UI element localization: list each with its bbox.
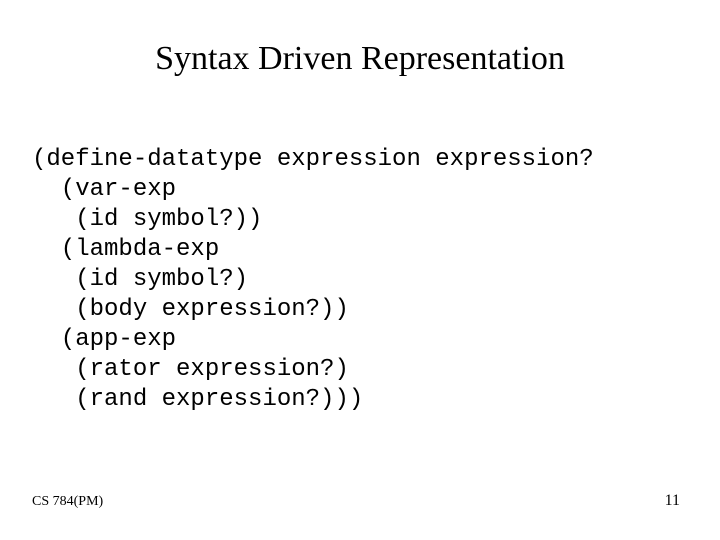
slide-title: Syntax Driven Representation: [0, 40, 720, 78]
footer-page-number: 11: [665, 492, 680, 510]
code-block: (define-datatype expression expression? …: [32, 145, 594, 415]
footer-course: CS 784(PM): [32, 494, 103, 510]
slide: Syntax Driven Representation (define-dat…: [0, 0, 720, 540]
